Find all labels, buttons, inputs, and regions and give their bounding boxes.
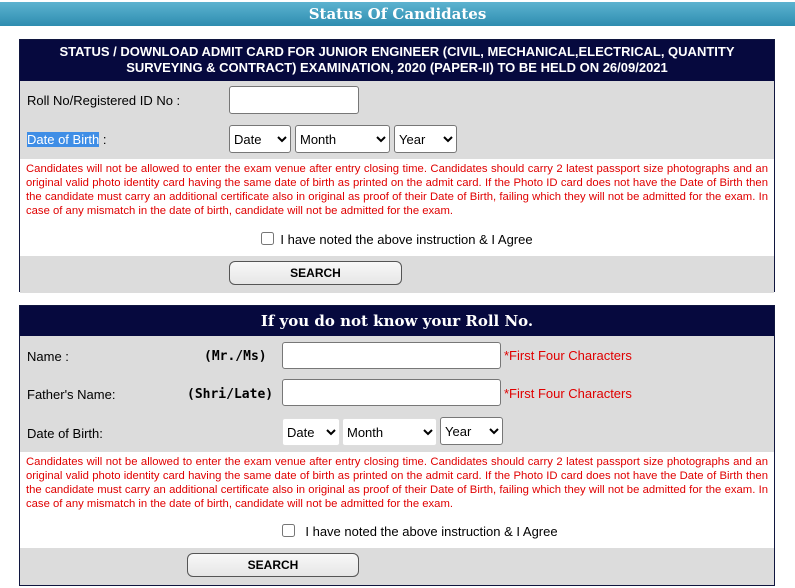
dob-year-select[interactable]: Year <box>440 417 503 445</box>
name-input[interactable] <box>282 342 501 369</box>
agree-checkbox[interactable] <box>282 524 296 537</box>
father-prefix: (Shri/Late) <box>187 387 274 402</box>
page-title: Status Of Candidates <box>0 2 795 26</box>
name-label: Name : <box>27 349 69 364</box>
roll-input[interactable] <box>229 86 359 114</box>
father-name-label: Father's Name: <box>27 387 116 402</box>
section-title: STATUS / DOWNLOAD ADMIT CARD FOR JUNIOR … <box>20 40 774 81</box>
search-row: SEARCH <box>20 548 774 585</box>
dob-date-select[interactable]: Date <box>229 125 291 153</box>
agree-checkbox[interactable] <box>261 232 275 245</box>
roll-lookup-section: If you do not know your Roll No. Name : … <box>19 305 775 586</box>
form-rows: Name : (Mr./Ms) *First Four Characters F… <box>20 336 774 452</box>
search-button[interactable]: SEARCH <box>229 261 402 285</box>
agree-row: I have noted the above instruction & I A… <box>20 223 774 256</box>
father-name-input[interactable] <box>282 379 501 406</box>
section-title: If you do not know your Roll No. <box>20 306 774 336</box>
dob-year-select[interactable]: Year <box>394 125 457 153</box>
search-button[interactable]: SEARCH <box>187 553 359 577</box>
instruction-notice: Candidates will not be allowed to enter … <box>26 163 768 217</box>
instruction-notice: Candidates will not be allowed to enter … <box>26 456 768 510</box>
admit-card-section: STATUS / DOWNLOAD ADMIT CARD FOR JUNIOR … <box>19 39 775 293</box>
name-hint: *First Four Characters <box>504 348 632 363</box>
agree-row: I have noted the above instruction & I A… <box>20 516 774 548</box>
dob-month-select[interactable]: Month <box>342 418 437 446</box>
agree-label: I have noted the above instruction & I A… <box>280 232 533 247</box>
search-row: SEARCH <box>20 256 774 293</box>
name-prefix: (Mr./Ms) <box>204 349 267 364</box>
agree-label: I have noted the above instruction & I A… <box>305 524 558 539</box>
dob-label: Date of Birth <box>27 132 100 147</box>
dob-label: Date of Birth: <box>27 426 103 441</box>
dob-date-select[interactable]: Date <box>282 418 340 446</box>
form-rows: Roll No/Registered ID No : Date of Birth… <box>20 81 774 159</box>
roll-label: Roll No/Registered ID No : <box>27 93 181 108</box>
dob-month-select[interactable]: Month <box>295 125 390 153</box>
father-name-hint: *First Four Characters <box>504 386 632 401</box>
dob-colon: : <box>99 132 107 147</box>
